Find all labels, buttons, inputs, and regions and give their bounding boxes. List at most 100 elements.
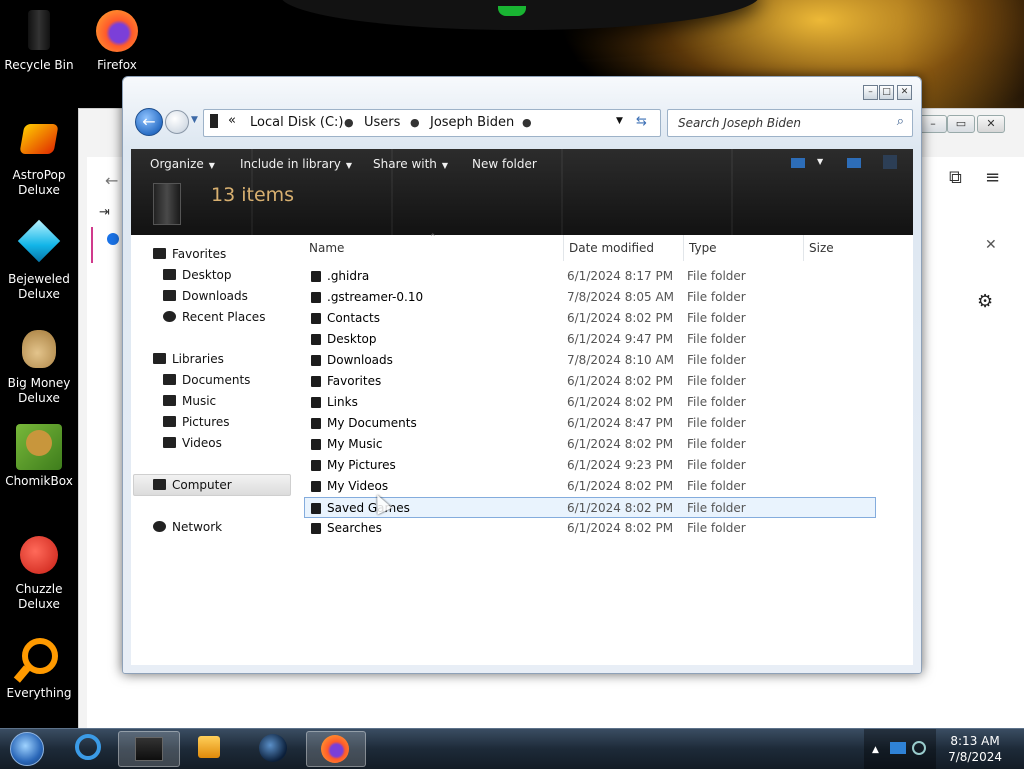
browser-close-button[interactable]: ✕: [977, 115, 1005, 133]
nav-desktop[interactable]: Desktop: [163, 268, 232, 282]
column-header-name[interactable]: Name: [309, 241, 344, 255]
nav-documents[interactable]: Documents: [163, 373, 250, 387]
back-button[interactable]: ←: [135, 108, 163, 136]
browser-menu-icon[interactable]: ≡: [985, 167, 1000, 188]
network-tray-icon[interactable]: [890, 742, 906, 754]
nav-music[interactable]: Music: [163, 394, 216, 408]
browser-dismiss-icon[interactable]: ✕: [985, 237, 997, 253]
file-row[interactable]: Favorites 6/1/2024 8:02 PM File folder: [305, 371, 875, 392]
desktop-icon-firefox[interactable]: Firefox: [78, 8, 156, 73]
explorer-close-button[interactable]: ✕: [897, 85, 912, 100]
new-folder-button[interactable]: New folder: [472, 157, 537, 171]
change-view-icon[interactable]: [791, 158, 805, 168]
explorer-minimize-button[interactable]: –: [863, 85, 878, 100]
file-row[interactable]: Desktop 6/1/2024 9:47 PM File folder: [305, 329, 875, 350]
file-row[interactable]: Searches 6/1/2024 8:02 PM File folder: [305, 518, 875, 539]
forward-button[interactable]: [165, 110, 189, 134]
file-type: File folder: [687, 458, 746, 472]
include-in-library-button[interactable]: Include in library ▼: [240, 157, 352, 171]
address-overflow-chevron[interactable]: «: [228, 113, 236, 128]
share-with-button[interactable]: Share with ▼: [373, 157, 448, 171]
file-row[interactable]: My Videos 6/1/2024 8:02 PM File folder: [305, 476, 875, 497]
search-input[interactable]: Search Joseph Biden: [678, 116, 801, 130]
taskbar-explorer[interactable]: [118, 731, 180, 767]
file-list-pane: ⌃ Name Date modified Type Size .ghidra 6/…: [301, 233, 913, 665]
desktop-icon: [163, 269, 176, 280]
bejeweled-icon: [16, 219, 62, 268]
file-row[interactable]: My Documents 6/1/2024 8:47 PM File folder: [305, 413, 875, 434]
browser-extensions-icon[interactable]: ⧉: [949, 167, 962, 188]
file-row[interactable]: .gstreamer-0.10 7/8/2024 8:05 AM File fold…: [305, 287, 875, 308]
search-box[interactable]: Search Joseph Biden ⌕: [667, 109, 913, 137]
show-hidden-icons-icon[interactable]: ▲: [872, 745, 879, 755]
taskbar-globe-app[interactable]: [254, 731, 292, 765]
nav-computer[interactable]: Computer: [153, 478, 232, 492]
help-icon[interactable]: [883, 155, 897, 169]
breadcrumb-users[interactable]: Users: [364, 115, 400, 130]
clock[interactable]: 8:13 AM 7/8/2024: [948, 733, 1002, 765]
explorer-maximize-button[interactable]: □: [879, 85, 894, 100]
browser-sign-in-icon[interactable]: ⇥: [99, 205, 110, 220]
file-row[interactable]: My Music 6/1/2024 8:02 PM File folder: [305, 434, 875, 455]
preview-pane-icon[interactable]: [847, 158, 861, 168]
explorer-window[interactable]: – □ ✕ ← ▼ « Local Disk (C:) ● Users ● Jo…: [122, 76, 922, 674]
address-bar[interactable]: « Local Disk (C:) ● Users ● Joseph Biden…: [203, 109, 661, 137]
browser-back-icon[interactable]: ←: [105, 171, 118, 190]
file-name: .ghidra: [327, 269, 370, 283]
organize-button[interactable]: Organize ▼: [150, 157, 215, 171]
taskbar-firefox[interactable]: [306, 731, 366, 767]
breadcrumb-joseph-biden[interactable]: Joseph Biden: [430, 115, 514, 130]
file-date-modified: 6/1/2024 8:02 PM: [567, 374, 674, 388]
astropop-icon: [16, 118, 62, 164]
nav-videos[interactable]: Videos: [163, 436, 222, 450]
nav-recent-places[interactable]: Recent Places: [163, 310, 265, 324]
browser-minimize-button[interactable]: –: [919, 115, 947, 133]
file-name: Searches: [327, 521, 382, 535]
desktop-icon-astropop[interactable]: AstroPop Deluxe: [0, 118, 78, 198]
start-button[interactable]: [4, 730, 50, 766]
desktop-icon-chomikbox[interactable]: ChomikBox: [0, 424, 78, 489]
desktop-icon-everything[interactable]: Everything: [0, 636, 78, 701]
column-header-size[interactable]: Size: [809, 241, 834, 255]
nav-pictures[interactable]: Pictures: [163, 415, 230, 429]
desktop-icon-chuzzle[interactable]: Chuzzle Deluxe: [0, 532, 78, 612]
taskbar-media-player[interactable]: [192, 731, 228, 765]
breadcrumb-separator[interactable]: ●: [344, 116, 354, 129]
refresh-icon[interactable]: ⇆: [636, 114, 647, 129]
folder-icon: [311, 460, 321, 471]
desktop-icon-bejeweled[interactable]: Bejeweled Deluxe: [0, 219, 78, 302]
nav-favorites[interactable]: Favorites: [153, 247, 226, 261]
file-row[interactable]: Links 6/1/2024 8:02 PM File folder: [305, 392, 875, 413]
search-icon[interactable]: ⌕: [897, 114, 904, 129]
desktop-icon-big-money[interactable]: Big Money Deluxe: [0, 326, 78, 406]
nav-network[interactable]: Network: [153, 520, 222, 534]
recent-pages-dropdown[interactable]: ▼: [191, 115, 198, 125]
view-options-caret-icon[interactable]: ▼: [817, 157, 823, 166]
volume-tray-icon[interactable]: [912, 741, 926, 755]
globe-icon: [259, 734, 287, 762]
file-date-modified: 6/1/2024 8:47 PM: [567, 416, 674, 430]
browser-settings-icon[interactable]: ⚙: [977, 291, 993, 312]
file-row[interactable]: My Pictures 6/1/2024 9:23 PM File folder: [305, 455, 875, 476]
nav-downloads[interactable]: Downloads: [163, 289, 248, 303]
address-dropdown-icon[interactable]: ▼: [616, 116, 623, 126]
file-row[interactable]: .ghidra 6/1/2024 8:17 PM File folder: [305, 266, 875, 287]
breadcrumb-separator[interactable]: ●: [522, 116, 532, 129]
browser-maximize-button[interactable]: ▭: [947, 115, 975, 133]
file-row[interactable]: Downloads 7/8/2024 8:10 AM File folder: [305, 350, 875, 371]
items-count: 13 items: [211, 184, 295, 206]
media-player-icon: [198, 736, 220, 758]
file-name: Desktop: [327, 332, 377, 346]
nav-libraries[interactable]: Libraries: [153, 352, 224, 366]
file-row[interactable]: Contacts 6/1/2024 8:02 PM File folder: [305, 308, 875, 329]
breadcrumb-local-disk[interactable]: Local Disk (C:): [250, 115, 343, 130]
column-header-type[interactable]: Type: [689, 241, 717, 255]
windows-logo-icon: [10, 732, 44, 766]
column-header-date-modified[interactable]: Date modified: [569, 241, 654, 255]
folder-icon: [311, 334, 321, 345]
file-date-modified: 7/8/2024 8:10 AM: [567, 353, 675, 367]
breadcrumb-separator[interactable]: ●: [410, 116, 420, 129]
taskbar-internet-explorer[interactable]: [70, 731, 106, 765]
music-icon: [163, 395, 176, 406]
desktop-icon-recycle-bin[interactable]: Recycle Bin: [0, 8, 78, 73]
